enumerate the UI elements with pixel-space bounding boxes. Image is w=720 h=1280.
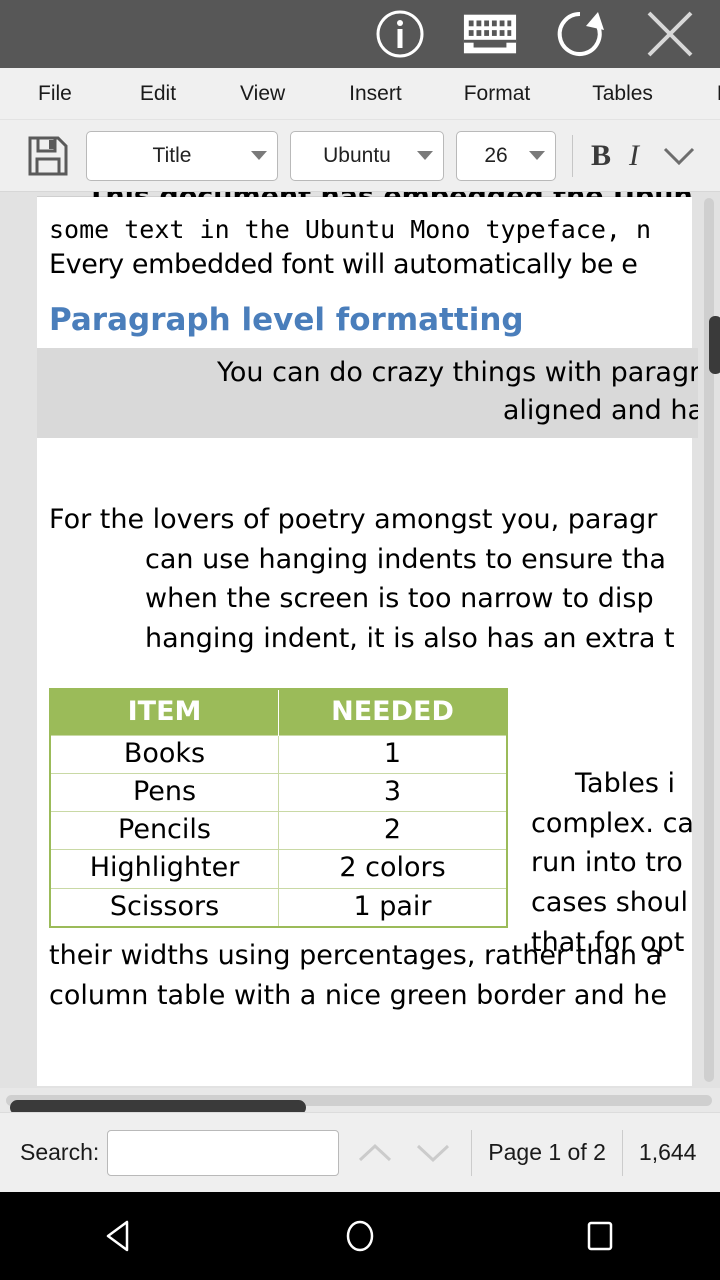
toolbar-divider xyxy=(572,134,573,177)
hanging-line-3: when the screen is too narrow to disp xyxy=(145,583,654,615)
app-root: File Edit View Insert Format Tables Help… xyxy=(0,0,720,1280)
word-count: 1,644 xyxy=(638,1139,697,1165)
menu-item-view[interactable]: View xyxy=(230,68,295,120)
search-label: Search: xyxy=(20,1139,100,1165)
table-side-text: Tables i complex. ca run into tro cases … xyxy=(531,764,720,962)
refresh-icon[interactable] xyxy=(552,6,608,62)
system-top-bar xyxy=(0,0,720,68)
font-size-value: 26 xyxy=(484,143,508,167)
save-icon[interactable] xyxy=(22,130,74,182)
table-header-needed: NEEDED xyxy=(278,689,507,736)
status-divider xyxy=(621,1129,623,1176)
vertical-scrollbar-thumb[interactable] xyxy=(709,316,720,374)
info-icon[interactable] xyxy=(372,6,428,62)
formatting-toolbar: Title Ubuntu 26 B I xyxy=(0,120,720,192)
status-bar: Search: Page 1 of 2 1,644 xyxy=(0,1112,720,1192)
vertical-scrollbar-track[interactable] xyxy=(704,198,720,1082)
chevron-down-icon xyxy=(417,151,433,160)
tail-line-2: column table with a nice green border an… xyxy=(49,979,667,1011)
paragraph-style-value: Title xyxy=(152,143,192,167)
paragraph-style-dropdown[interactable]: Title xyxy=(86,130,278,181)
menu-item-tables[interactable]: Tables xyxy=(582,68,663,120)
font-size-dropdown[interactable]: 26 xyxy=(456,130,556,181)
cell-item: Books xyxy=(49,735,279,774)
menu-item-insert[interactable]: Insert xyxy=(339,68,412,120)
menu-item-file[interactable]: File xyxy=(28,68,82,120)
side-line-4: cases shoul xyxy=(531,887,689,919)
items-table[interactable]: ITEM NEEDED Books 1 Pens 3 Pencils 2 Hig… xyxy=(49,688,508,928)
shaded-line-2: aligned and ha xyxy=(502,395,704,427)
menu-bar: File Edit View Insert Format Tables Help xyxy=(0,68,720,120)
document-heading-paragraph-level-formatting: Paragraph level formatting xyxy=(49,301,524,338)
hanging-indent-paragraph: For the lovers of poetry amongst you, pa… xyxy=(49,500,692,658)
italic-button[interactable]: I xyxy=(629,139,639,173)
document-mono-line: some text in the Ubuntu Mono typeface, n xyxy=(49,215,652,244)
bold-button[interactable]: B xyxy=(591,139,611,173)
cell-needed: 2 xyxy=(278,811,508,850)
font-family-value: Ubuntu xyxy=(323,143,391,167)
hanging-line-4: hanging indent, it is also has an extra … xyxy=(145,622,675,654)
menu-item-edit[interactable]: Edit xyxy=(130,68,186,120)
recents-icon[interactable] xyxy=(560,1206,640,1266)
cell-item: Scissors xyxy=(49,887,279,928)
menu-item-help[interactable]: Help xyxy=(707,68,720,120)
hanging-line-1: For the lovers of poetry amongst you, pa… xyxy=(49,504,658,536)
document-line-after-mono: Every embedded font will automatically b… xyxy=(49,249,638,280)
cell-needed: 1 xyxy=(278,735,508,774)
hanging-line-2: can use hanging indents to ensure tha xyxy=(145,543,666,575)
horizontal-scrollbar-track[interactable] xyxy=(6,1095,712,1115)
cell-needed: 3 xyxy=(278,773,508,812)
table-row: Books 1 xyxy=(49,735,508,774)
side-line-5: that for opt xyxy=(531,926,685,958)
search-prev-chevron-up-icon[interactable] xyxy=(353,1131,397,1175)
vertical-scrollbar[interactable] xyxy=(698,192,720,1088)
side-line-3: run into tro xyxy=(531,847,683,879)
font-family-dropdown[interactable]: Ubuntu xyxy=(290,130,444,181)
cell-item: Pens xyxy=(49,773,279,812)
shaded-paragraph-block: You can do crazy things with paragra ali… xyxy=(37,347,717,439)
table-with-wrapped-text: ITEM NEEDED Books 1 Pens 3 Pencils 2 Hig… xyxy=(49,688,694,958)
table-header-item: ITEM xyxy=(50,689,279,736)
side-line-1: Tables i xyxy=(575,768,675,799)
table-row: Highlighter 2 colors xyxy=(49,849,508,889)
android-navigation-bar xyxy=(0,1192,720,1280)
document-page[interactable]: This document has embedded the Ubunt som… xyxy=(37,192,717,1086)
cell-item: Pencils xyxy=(49,811,279,850)
side-line-2: complex. ca xyxy=(531,807,694,839)
document-clipped-heading: This document has embedded the Ubunt xyxy=(49,192,692,197)
keyboard-icon[interactable] xyxy=(462,6,518,62)
cell-item: Highlighter xyxy=(49,849,279,889)
cell-needed: 2 colors xyxy=(278,849,508,889)
horizontal-scrollbar[interactable] xyxy=(0,1088,720,1115)
table-header-row: ITEM NEEDED xyxy=(50,689,507,736)
back-icon[interactable] xyxy=(80,1206,160,1266)
chevron-down-icon xyxy=(529,151,545,160)
search-input[interactable] xyxy=(107,1129,340,1176)
status-divider xyxy=(471,1129,473,1176)
table-row: Scissors 1 pair xyxy=(49,887,508,928)
document-viewport[interactable]: This document has embedded the Ubunt som… xyxy=(0,192,720,1088)
close-icon[interactable] xyxy=(642,6,698,62)
menu-item-format[interactable]: Format xyxy=(454,68,541,120)
home-icon[interactable] xyxy=(320,1206,400,1266)
table-row: Pens 3 xyxy=(49,773,508,812)
shaded-line-1: You can do crazy things with paragra xyxy=(217,356,717,388)
more-options-chevron-down-icon[interactable] xyxy=(659,136,699,176)
table-row: Pencils 2 xyxy=(49,811,508,850)
chevron-down-icon xyxy=(251,151,267,160)
search-next-chevron-down-icon[interactable] xyxy=(411,1131,455,1175)
page-status: Page 1 of 2 xyxy=(488,1139,606,1165)
cell-needed: 1 pair xyxy=(278,887,508,928)
